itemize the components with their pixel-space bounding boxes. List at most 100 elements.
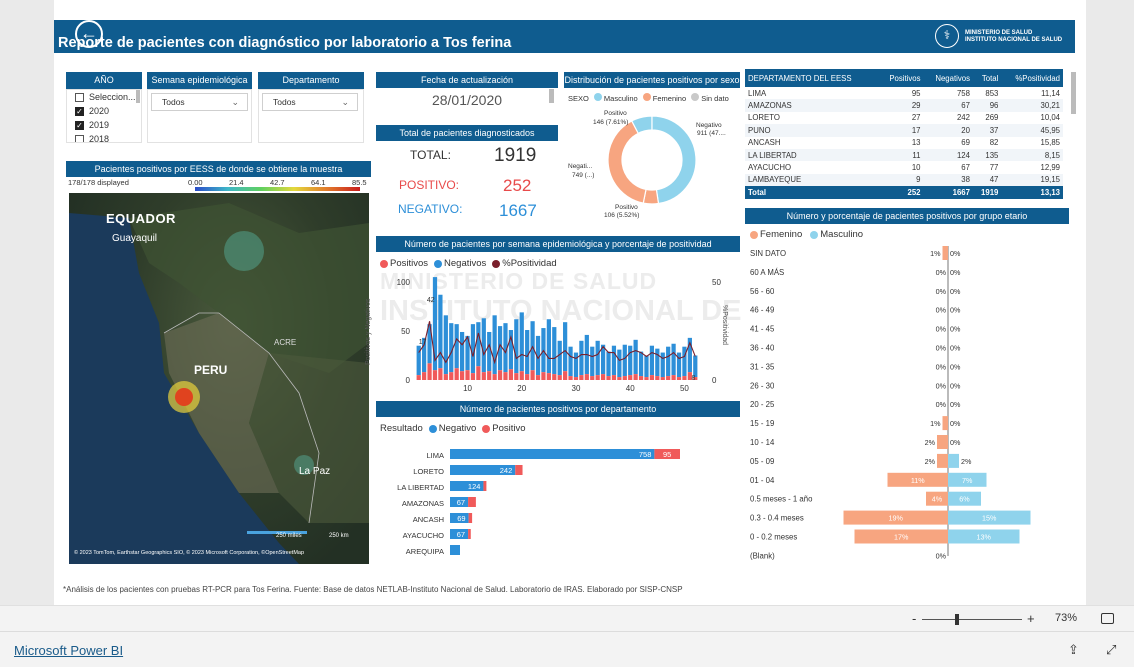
table-cell: 82 [989,138,999,148]
x-tick: 30 [572,384,581,393]
dept-slicer-header: Departamento [258,72,364,89]
map-terrain [69,203,369,564]
sex-legend-item[interactable]: Sin dato [691,93,729,103]
table-header[interactable]: Negativos [923,69,973,87]
table-cell: 95 [911,88,921,98]
age-chart[interactable]: SIN DATO 1% 0%60 A MÁS 0% 0%56 - 60 0% 0%46 - … [745,244,1069,562]
table-row[interactable]: AMAZONAS 29 67 96 30,21 [745,99,1063,112]
zoom-in-button[interactable]: + [1027,611,1035,626]
table-header[interactable]: Positivos [878,69,924,87]
year-option[interactable]: 2018 [67,132,141,142]
dept-legend-item[interactable]: Negativo [428,423,476,434]
zoom-slider-thumb[interactable] [955,614,959,625]
table-total-cell: Total [745,186,879,199]
weekly-bar-positivos [487,371,492,380]
chevron-down-icon: ⌄ [341,97,349,107]
table-row[interactable]: LORETO 27 242 269 10,04 [745,112,1063,124]
update-scrollbar[interactable] [549,89,554,103]
table-cell: 29 [878,99,924,112]
table-cell: 37 [972,124,1002,137]
table-cell: 269 [985,113,999,123]
weekly-bar-positivos [606,376,611,380]
year-option[interactable]: Seleccion... [67,90,141,104]
age-label-female: 1% [930,249,941,258]
dept-legend-item[interactable]: Positivo [482,423,526,434]
age-label-female: 0% [936,344,947,353]
age-category-label: 0 - 0.2 meses [750,533,797,542]
weekly-bar-negativos [655,348,660,377]
powerbi-link[interactable]: Microsoft Power BI [14,643,123,658]
weekly-bar-negativos [595,340,600,376]
dept-category-label: ANCASH [413,515,444,524]
checkbox[interactable]: ✓ [75,120,84,130]
age-label-female: 4% [932,495,943,504]
age-legend-item[interactable]: Masculino [810,229,863,240]
donut-label-neg-right-value: 911 (47.... [697,130,726,137]
age-legend: Femenino Masculino [750,229,863,240]
zoom-out-button[interactable]: - [912,611,916,626]
table-cell: 8,15 [1001,148,1063,162]
dept-bars-chart[interactable]: LIMA 758 95 LORETO 242 LA LIBERTAD 124 AMAZONAS… [376,447,740,561]
weekly-bar-positivos [628,375,633,380]
age-label-male: 0% [950,419,961,428]
y-tick-left: 50 [401,327,410,336]
week-dropdown[interactable]: Todos ⌄ [151,93,248,111]
year-option[interactable]: ✓ 2019 [67,118,141,132]
weekly-chart[interactable]: 100 50 0 50 0 10 20 30 40 50 42 17 8 [376,270,740,396]
year-slicer-scrollbar[interactable] [136,90,140,103]
weekly-bar-negativos [454,324,459,369]
sex-legend-item[interactable]: Masculino [593,93,638,103]
table-total-cell: 13,13 [1001,186,1063,199]
dept-bar-positive [515,465,523,475]
table-row[interactable]: LIMA 95 758 853 11,14 [745,87,1063,99]
table-header[interactable]: DEPARTAMENTO DEL EESS [745,69,879,87]
table-header[interactable]: Total [972,69,1002,87]
table-cell: LA LIBERTAD [745,148,879,162]
weekly-bar-positivos [459,371,465,380]
dept-bar-negative-label: 67 [457,498,465,507]
age-label-male: 0% [950,344,961,353]
table-cell: 12,99 [1040,163,1060,173]
age-label-female: 1% [930,419,941,428]
table-row[interactable]: LAMBAYEQUE 9 38 47 19,15 [745,173,1063,187]
expand-icon[interactable]: ⤢ [1106,642,1116,658]
table-scrollbar[interactable] [1071,72,1076,114]
age-label-male: 0% [950,438,961,447]
table-row[interactable]: PUNO 17 20 37 45,95 [745,124,1063,137]
weekly-bar-positivos [525,374,530,380]
sex-legend-item[interactable]: Femenino [642,93,686,103]
age-label-male: 15% [982,514,997,523]
checkbox[interactable] [75,134,84,142]
positive-label: POSITIVO: [399,178,460,192]
share-icon[interactable]: ⇪ [1068,642,1079,658]
checkbox[interactable] [75,92,84,102]
heat-spot-lima-core [175,388,193,406]
map-canvas[interactable]: EQUADOR Guayaquil PERU ACRE La Paz 250 m… [69,193,369,564]
age-legend-item[interactable]: Femenino [750,229,802,240]
zoom-slider-track[interactable] [922,619,1022,620]
checkbox[interactable]: ✓ [75,106,84,116]
dept-bar-negative-label: 67 [457,530,465,539]
age-label-female: 17% [894,533,909,542]
dept-category-label: LA LIBERTAD [397,483,444,492]
table-row[interactable]: AYACUCHO 10 67 77 12,99 [745,161,1063,173]
x-tick: 40 [626,384,635,393]
table-header[interactable]: %Positividad [1001,69,1063,87]
year-option[interactable]: ✓ 2020 [67,104,141,118]
donut-label-neg-left: Negati... [568,163,593,170]
table-row[interactable]: ANCASH 13 69 82 15,85 [745,137,1063,149]
age-label-male: 0% [950,381,961,390]
chevron-down-icon: ⌄ [231,97,239,107]
age-label-female: 0% [936,268,947,277]
weekly-bar-positivos [454,368,459,380]
fit-page-icon[interactable] [1101,613,1114,624]
weekly-bar-negativos [438,294,443,369]
weekly-bar-negativos [514,319,519,374]
weekly-bar-negativos [649,345,655,376]
x-tick: 10 [463,384,472,393]
dept-dropdown[interactable]: Todos ⌄ [262,93,358,111]
table-row[interactable]: LA LIBERTAD 11 124 135 8,15 [745,148,1063,162]
y-tick-right: 0 [712,376,717,385]
age-label-female: 2% [925,438,936,447]
dept-bar-negative [450,449,655,459]
